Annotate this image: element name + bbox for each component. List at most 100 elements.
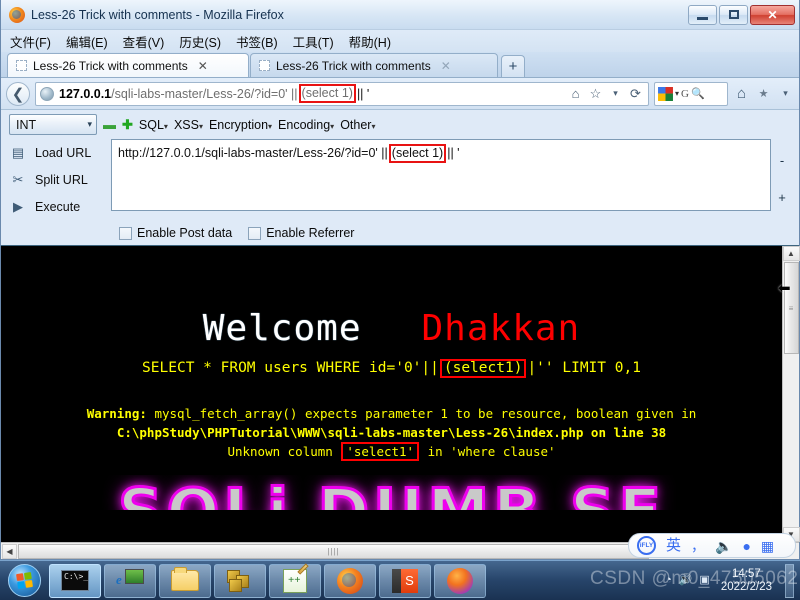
hackbar-options-row: Enable Post data Enable Referrer — [1, 222, 799, 245]
hackbar-decrease-button[interactable]: - — [780, 154, 784, 168]
menu-item-tools[interactable]: 工具(T) — [290, 31, 337, 52]
user-icon[interactable]: ● — [742, 539, 750, 553]
clock-time: 14:57 — [732, 567, 761, 580]
command-prompt-icon: C:\>_ — [61, 570, 89, 591]
ime-punctuation-icon[interactable]: ， — [691, 539, 705, 553]
show-desktop-button[interactable] — [785, 563, 794, 598]
maximize-button[interactable] — [719, 4, 748, 25]
ifly-logo-icon[interactable]: iFLY — [637, 536, 656, 555]
window-title-bar: Less-26 Trick with comments - Mozilla Fi… — [1, 0, 799, 30]
hackbar-stepper: - + — [771, 139, 793, 220]
vertical-scrollbar[interactable]: ▲ ≡ ▼ ⬅ — [778, 246, 800, 542]
warning-line-3: Unknown column 'select1' in 'where claus… — [1, 442, 782, 461]
start-button[interactable] — [2, 562, 46, 600]
dhakkan-text: Dhakkan — [421, 308, 581, 349]
chevron-down-icon: ▾ — [87, 119, 92, 129]
chevron-down-icon[interactable]: ▾ — [607, 85, 624, 102]
vertical-scrollbar-thumb[interactable]: ≡ — [783, 262, 799, 354]
hackbar-panel: INT ▾ ▬ ✚ SQL▾ XSS▾ Encryption▾ Encoding… — [1, 110, 799, 246]
apps-grid-icon[interactable]: ▦ — [761, 539, 774, 553]
taskbar-item-sublime-text[interactable]: S — [379, 563, 431, 598]
taskbar-item-firefox[interactable] — [324, 563, 376, 598]
ime-mode-icon[interactable]: 英 — [666, 538, 681, 553]
hackbar-menu-sql[interactable]: SQL▾ — [139, 118, 168, 132]
menu-item-bookmarks[interactable]: 书签(B) — [233, 31, 281, 52]
url-bar-icons: ⌂ ☆ ▾ ⟳ — [567, 85, 644, 102]
enable-post-data-checkbox[interactable]: Enable Post data — [119, 226, 232, 240]
hackbar-menu-encryption[interactable]: Encryption▾ — [209, 118, 272, 132]
windows-taskbar: C:\>_ e ++ S ◔ 🔊 ▣ 14:57 2022/2/23 — [0, 560, 800, 600]
enable-referrer-checkbox[interactable]: Enable Referrer — [248, 226, 354, 240]
hackbar-menu-encoding[interactable]: Encoding▾ — [278, 118, 334, 132]
reload-icon[interactable]: ⟳ — [627, 85, 644, 102]
scroll-left-arrow-icon[interactable]: ◀ — [2, 543, 17, 559]
taskbar-item-file-explorer[interactable] — [159, 563, 211, 598]
drag-cursor-icon: ⬅ — [778, 280, 791, 297]
scroll-up-arrow-icon[interactable]: ▲ — [782, 246, 800, 261]
menu-item-help[interactable]: 帮助(H) — [346, 31, 394, 52]
load-url-button[interactable]: ▤ Load URL — [9, 139, 111, 166]
hackbar-url-highlight: (select 1) — [388, 144, 447, 163]
search-icon[interactable]: 🔍 — [691, 87, 705, 100]
sqli-dumb-series-banner: SQLi DUMB SE — [116, 475, 666, 542]
network-icon[interactable]: ◔ — [665, 575, 672, 586]
warning-line-1: Warning: mysql_fetch_array() expects par… — [1, 404, 782, 423]
unknown-column-suffix: in 'where clause' — [420, 444, 556, 459]
unknown-column-highlight: 'select1' — [341, 442, 420, 461]
tab-close-icon[interactable]: ✕ — [198, 59, 208, 73]
menu-item-history[interactable]: 历史(S) — [176, 31, 224, 52]
horizontal-scrollbar-thumb[interactable]: |||| — [18, 543, 649, 559]
taskbar-item-firefox-quantum[interactable] — [434, 563, 486, 598]
firefox-window: Less-26 Trick with comments - Mozilla Fi… — [0, 0, 800, 560]
volume-icon[interactable]: 🔊 — [679, 575, 693, 586]
split-url-button[interactable]: ✂ Split URL — [9, 166, 111, 193]
taskbar-item-command-prompt[interactable]: C:\>_ — [49, 563, 101, 598]
taskbar-item-notepad-plus-plus[interactable]: ++ — [269, 562, 321, 598]
window-title: Less-26 Trick with comments - Mozilla Fi… — [31, 7, 284, 22]
globe-icon — [40, 86, 54, 101]
execute-button[interactable]: ▶ Execute — [9, 193, 111, 220]
tab-favicon-icon — [259, 60, 270, 71]
taskbar-item-internet-explorer[interactable]: e — [104, 563, 156, 598]
hackbar-url-prefix: http://127.0.0.1/sqli-labs-master/Less-2… — [118, 146, 388, 160]
hackbar-menu-other[interactable]: Other▾ — [340, 118, 375, 132]
close-button[interactable]: ✕ — [750, 4, 795, 25]
addon-icon[interactable]: ★ — [755, 85, 772, 102]
back-button[interactable]: ❮ — [6, 81, 30, 106]
menu-item-view[interactable]: 查看(V) — [120, 31, 168, 52]
menu-item-file[interactable]: 文件(F) — [7, 31, 54, 52]
web-page-viewport: Welcome Dhakkan SELECT * FROM users WHER… — [1, 246, 782, 542]
minimize-button[interactable] — [688, 4, 717, 25]
tab-less26-1[interactable]: Less-26 Trick with comments ✕ — [7, 53, 249, 77]
sql-query-highlight: (select1) — [439, 359, 527, 378]
taskbar-item-database-tool[interactable] — [214, 563, 266, 598]
scrollbar-grip-icon: ≡ — [788, 303, 794, 313]
hackbar-action-column: ▤ Load URL ✂ Split URL ▶ Execute — [1, 139, 111, 220]
tab-less26-2[interactable]: Less-26 Trick with comments ✕ — [250, 53, 498, 77]
hackbar-url-textarea[interactable]: http://127.0.0.1/sqli-labs-master/Less-2… — [111, 139, 771, 211]
home-button[interactable]: ⌂ — [733, 85, 750, 102]
search-bar[interactable]: ▾ G 🔍 — [654, 81, 728, 106]
database-icon — [227, 569, 253, 592]
microphone-icon[interactable]: 🔈 — [715, 539, 732, 553]
sql-query-prefix: SELECT * FROM users WHERE id='0'|| — [142, 360, 439, 376]
url-bar[interactable]: 127.0.0.1/sqli-labs-master/Less-26/?id=0… — [35, 81, 649, 106]
navigation-toolbar: ❮ 127.0.0.1/sqli-labs-master/Less-26/?id… — [1, 78, 799, 110]
checkbox-icon — [119, 226, 132, 240]
execute-label: Execute — [35, 199, 81, 214]
new-tab-button[interactable]: + — [501, 55, 525, 77]
folder-icon — [171, 567, 199, 591]
toolbar-overflow-icon[interactable]: ▾ — [777, 85, 794, 102]
home-page-icon[interactable]: ⌂ — [567, 85, 584, 102]
bookmark-star-icon[interactable]: ☆ — [587, 85, 604, 102]
remove-tab-icon[interactable]: ▬ — [103, 117, 116, 132]
menu-item-edit[interactable]: 编辑(E) — [63, 31, 111, 52]
add-tab-icon[interactable]: ✚ — [122, 117, 133, 133]
action-center-icon[interactable]: ▣ — [699, 575, 709, 586]
hackbar-type-select[interactable]: INT ▾ — [9, 114, 97, 135]
taskbar-clock[interactable]: 14:57 2022/2/23 — [717, 568, 776, 594]
hackbar-menu-xss[interactable]: XSS▾ — [174, 118, 203, 132]
chevron-down-icon[interactable]: ▾ — [675, 89, 679, 98]
hackbar-increase-button[interactable]: + — [778, 190, 786, 205]
tab-close-icon[interactable]: ✕ — [441, 59, 451, 73]
